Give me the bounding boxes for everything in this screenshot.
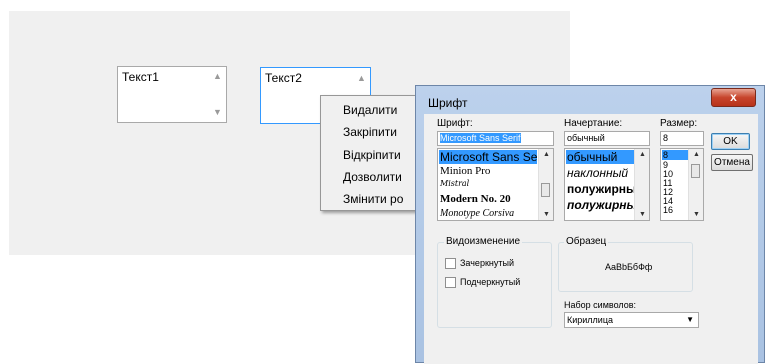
size-list-item[interactable]: 16 bbox=[663, 205, 673, 215]
charset-select[interactable]: Кириллица ▼ bbox=[564, 312, 699, 328]
font-list[interactable]: Microsoft Sans Serif Minion Pro Mistral … bbox=[437, 148, 554, 221]
size-list-scrollbar[interactable]: ▲ ▼ bbox=[688, 149, 703, 220]
scroll-down-icon[interactable]: ▼ bbox=[543, 211, 550, 218]
menu-item-pin[interactable]: Закріпити bbox=[343, 125, 397, 139]
style-label: Начертание: bbox=[564, 118, 623, 129]
scroll-up-icon[interactable]: ▲ bbox=[693, 151, 700, 158]
size-list-item[interactable]: 8 bbox=[662, 150, 689, 160]
font-size-input[interactable]: 8 bbox=[660, 131, 704, 146]
style-list-scrollbar[interactable]: ▲ ▼ bbox=[634, 149, 649, 220]
scroll-up-icon[interactable]: ▲ bbox=[639, 151, 646, 158]
scroll-up-icon[interactable]: ▲ bbox=[543, 151, 550, 158]
style-list-item[interactable]: полужирный bbox=[567, 182, 644, 196]
style-list[interactable]: обычный наклонный полужирный полужирный … bbox=[564, 148, 650, 221]
text-box-1-scrollbar[interactable]: ▲ ▼ bbox=[210, 67, 226, 122]
menu-item-delete[interactable]: Видалити bbox=[343, 103, 397, 117]
style-list-item[interactable]: полужирный bbox=[567, 198, 644, 212]
sample-label: Образец bbox=[564, 236, 609, 247]
scroll-thumb[interactable] bbox=[541, 183, 550, 197]
font-list-item[interactable]: Mistral bbox=[440, 179, 469, 188]
font-list-item[interactable]: Microsoft Sans Serif bbox=[439, 150, 547, 164]
underline-label[interactable]: Подчеркнутый bbox=[460, 277, 520, 287]
charset-label: Набор символов: bbox=[564, 300, 637, 310]
font-name-input[interactable]: Microsoft Sans Serif bbox=[437, 131, 554, 146]
text-box-2-value: Текст2 bbox=[265, 71, 302, 85]
scroll-thumb[interactable] bbox=[691, 164, 700, 178]
menu-item-allow[interactable]: Дозволити bbox=[343, 170, 402, 184]
sample-text: AaBbБбФф bbox=[605, 262, 653, 272]
menu-item-change[interactable]: Змінити ро bbox=[343, 192, 403, 206]
font-style-input[interactable]: обычный bbox=[564, 131, 650, 146]
font-label: Шрифт: bbox=[437, 118, 473, 129]
scroll-up-icon[interactable]: ▲ bbox=[357, 73, 366, 83]
underline-checkbox[interactable] bbox=[445, 277, 456, 288]
scroll-up-icon[interactable]: ▲ bbox=[213, 71, 222, 81]
font-style-value: обычный bbox=[567, 133, 605, 143]
strikeout-label[interactable]: Зачеркнутый bbox=[460, 258, 514, 268]
cancel-button[interactable]: Отмена bbox=[711, 154, 753, 171]
chevron-down-icon[interactable]: ▼ bbox=[686, 313, 694, 327]
size-list[interactable]: 8 9 10 11 12 14 16 ▲ ▼ bbox=[660, 148, 704, 221]
strikeout-checkbox[interactable] bbox=[445, 258, 456, 269]
text-box-1[interactable]: Текст1 ▲ ▼ bbox=[117, 66, 227, 123]
ok-button[interactable]: OK bbox=[711, 133, 750, 150]
font-list-item[interactable]: Monotype Corsiva bbox=[440, 208, 514, 219]
font-size-value: 8 bbox=[663, 133, 669, 143]
dialog-client-area: Шрифт: Microsoft Sans Serif Microsoft Sa… bbox=[424, 114, 758, 364]
style-list-item[interactable]: обычный bbox=[566, 150, 635, 164]
font-list-scrollbar[interactable]: ▲ ▼ bbox=[538, 149, 553, 220]
font-dialog: Шрифт x Шрифт: Microsoft Sans Serif Micr… bbox=[415, 85, 765, 364]
effects-label: Видоизменение bbox=[444, 236, 523, 247]
text-box-1-value: Текст1 bbox=[122, 70, 159, 84]
scroll-down-icon[interactable]: ▼ bbox=[693, 211, 700, 218]
charset-value: Кириллица bbox=[567, 315, 613, 325]
close-button[interactable]: x bbox=[711, 88, 756, 107]
scroll-down-icon[interactable]: ▼ bbox=[639, 211, 646, 218]
dialog-title: Шрифт bbox=[428, 96, 468, 110]
scroll-down-icon[interactable]: ▼ bbox=[213, 107, 222, 117]
size-label: Размер: bbox=[660, 118, 698, 129]
font-list-item[interactable]: Modern No. 20 bbox=[440, 193, 511, 205]
font-list-item[interactable]: Minion Pro bbox=[440, 165, 490, 177]
style-list-item[interactable]: наклонный bbox=[567, 166, 628, 180]
menu-item-unpin[interactable]: Відкріпити bbox=[343, 148, 401, 162]
font-name-value: Microsoft Sans Serif bbox=[440, 133, 521, 143]
